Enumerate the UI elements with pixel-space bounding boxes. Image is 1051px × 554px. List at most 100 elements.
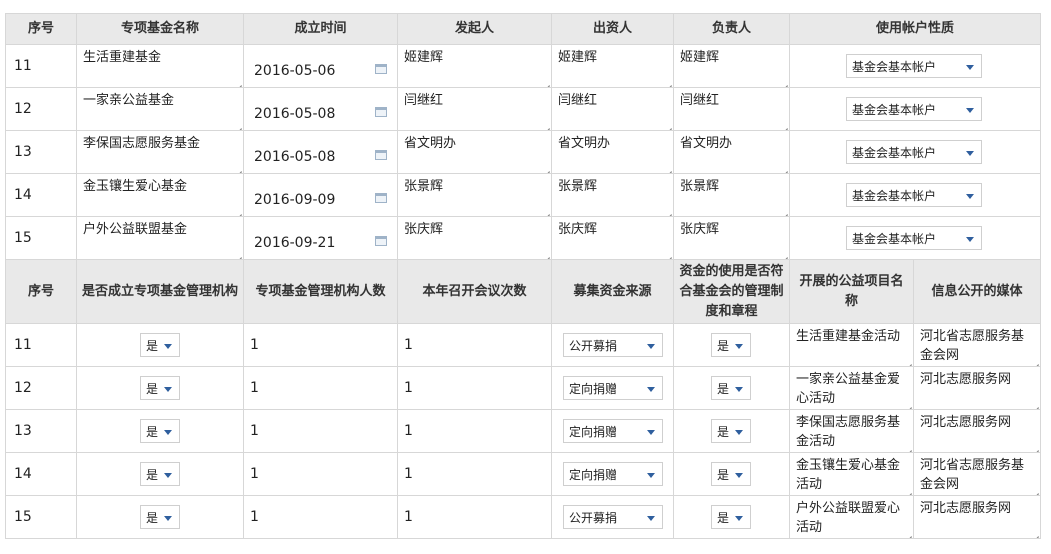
staff-count-field[interactable]: 1 — [244, 367, 398, 410]
calendar-icon[interactable] — [375, 64, 387, 74]
calendar-icon[interactable] — [375, 236, 387, 246]
investor-field[interactable]: 张景辉 — [552, 174, 674, 217]
fund-name-field[interactable]: 一家亲公益基金 — [77, 88, 244, 131]
manager-field[interactable]: 张景辉 — [674, 174, 790, 217]
resize-grip-icon[interactable] — [541, 249, 550, 258]
compliance-select[interactable]: 是 — [711, 419, 751, 443]
initiator-field[interactable]: 省文明办 — [398, 131, 552, 174]
resize-grip-icon[interactable] — [233, 77, 242, 86]
project-name-field[interactable]: 生活重建基金活动 — [790, 324, 914, 367]
resize-grip-icon[interactable] — [233, 120, 242, 129]
resize-grip-icon[interactable] — [903, 442, 912, 451]
staff-count-field[interactable]: 1 — [244, 453, 398, 496]
compliance-select[interactable]: 是 — [711, 462, 751, 486]
resize-grip-icon[interactable] — [663, 163, 672, 172]
resize-grip-icon[interactable] — [663, 120, 672, 129]
disclosure-media-field[interactable]: 河北志愿服务网 — [914, 410, 1041, 453]
investor-field[interactable]: 省文明办 — [552, 131, 674, 174]
account-type-select[interactable]: 基金会基本帐户 — [846, 140, 982, 164]
project-name-field[interactable]: 户外公益联盟爱心活动 — [790, 496, 914, 539]
resize-grip-icon[interactable] — [663, 249, 672, 258]
resize-grip-icon[interactable] — [541, 163, 550, 172]
resize-grip-icon[interactable] — [1030, 485, 1039, 494]
disclosure-media-field[interactable]: 河北志愿服务网 — [914, 496, 1041, 539]
compliance-select[interactable]: 是 — [711, 376, 751, 400]
resize-grip-icon[interactable] — [1030, 356, 1039, 365]
disclosure-media-field[interactable]: 河北省志愿服务基金会网 — [914, 324, 1041, 367]
resize-grip-icon[interactable] — [663, 77, 672, 86]
calendar-icon[interactable] — [375, 107, 387, 117]
staff-count-field[interactable]: 1 — [244, 324, 398, 367]
has-org-select[interactable]: 是 — [140, 376, 180, 400]
resize-grip-icon[interactable] — [541, 120, 550, 129]
fund-name-field[interactable]: 李保国志愿服务基金 — [77, 131, 244, 174]
resize-grip-icon[interactable] — [779, 206, 788, 215]
fund-source-select[interactable]: 定向捐赠 — [563, 419, 663, 443]
has-org-select[interactable]: 是 — [140, 505, 180, 529]
calendar-icon[interactable] — [375, 193, 387, 203]
manager-field[interactable]: 省文明办 — [674, 131, 790, 174]
manager-field[interactable]: 闫继红 — [674, 88, 790, 131]
initiator-field[interactable]: 闫继红 — [398, 88, 552, 131]
has-org-select[interactable]: 是 — [140, 419, 180, 443]
disclosure-media-field[interactable]: 河北省志愿服务基金会网 — [914, 453, 1041, 496]
resize-grip-icon[interactable] — [541, 206, 550, 215]
fund-source-select[interactable]: 公开募捐 — [563, 333, 663, 357]
investor-field[interactable]: 闫继红 — [552, 88, 674, 131]
has-org-select[interactable]: 是 — [140, 333, 180, 357]
manager-field[interactable]: 姬建辉 — [674, 45, 790, 88]
initiator-field[interactable]: 张庆辉 — [398, 217, 552, 260]
resize-grip-icon[interactable] — [233, 206, 242, 215]
resize-grip-icon[interactable] — [903, 485, 912, 494]
resize-grip-icon[interactable] — [663, 206, 672, 215]
project-name-field[interactable]: 李保国志愿服务基金活动 — [790, 410, 914, 453]
established-date-field[interactable]: 2016-09-09 — [244, 174, 398, 217]
fund-name-field[interactable]: 金玉镶生爱心基金 — [77, 174, 244, 217]
compliance-select[interactable]: 是 — [711, 505, 751, 529]
established-date-field[interactable]: 2016-05-08 — [244, 88, 398, 131]
project-name-field[interactable]: 一家亲公益基金爱心活动 — [790, 367, 914, 410]
resize-grip-icon[interactable] — [1030, 442, 1039, 451]
resize-grip-icon[interactable] — [779, 163, 788, 172]
resize-grip-icon[interactable] — [903, 356, 912, 365]
resize-grip-icon[interactable] — [233, 249, 242, 258]
resize-grip-icon[interactable] — [779, 120, 788, 129]
has-org-select[interactable]: 是 — [140, 462, 180, 486]
fund-name-field[interactable]: 户外公益联盟基金 — [77, 217, 244, 260]
resize-grip-icon[interactable] — [779, 249, 788, 258]
meeting-count-field[interactable]: 1 — [398, 367, 552, 410]
account-type-select[interactable]: 基金会基本帐户 — [846, 97, 982, 121]
initiator-field[interactable]: 姬建辉 — [398, 45, 552, 88]
meeting-count-field[interactable]: 1 — [398, 324, 552, 367]
meeting-count-field[interactable]: 1 — [398, 496, 552, 539]
resize-grip-icon[interactable] — [1030, 528, 1039, 537]
staff-count-field[interactable]: 1 — [244, 496, 398, 539]
resize-grip-icon[interactable] — [903, 399, 912, 408]
compliance-select[interactable]: 是 — [711, 333, 751, 357]
established-date-field[interactable]: 2016-09-21 — [244, 217, 398, 260]
fund-name-field[interactable]: 生活重建基金 — [77, 45, 244, 88]
staff-count-field[interactable]: 1 — [244, 410, 398, 453]
manager-field[interactable]: 张庆辉 — [674, 217, 790, 260]
resize-grip-icon[interactable] — [779, 77, 788, 86]
fund-source-select[interactable]: 公开募捐 — [563, 505, 663, 529]
account-type-select[interactable]: 基金会基本帐户 — [846, 226, 982, 250]
meeting-count-field[interactable]: 1 — [398, 453, 552, 496]
meeting-count-field[interactable]: 1 — [398, 410, 552, 453]
fund-source-select[interactable]: 定向捐赠 — [563, 462, 663, 486]
resize-grip-icon[interactable] — [541, 77, 550, 86]
calendar-icon[interactable] — [375, 150, 387, 160]
account-type-select[interactable]: 基金会基本帐户 — [846, 183, 982, 207]
investor-field[interactable]: 姬建辉 — [552, 45, 674, 88]
account-type-select[interactable]: 基金会基本帐户 — [846, 54, 982, 78]
established-date-field[interactable]: 2016-05-08 — [244, 131, 398, 174]
resize-grip-icon[interactable] — [1030, 399, 1039, 408]
resize-grip-icon[interactable] — [233, 163, 242, 172]
established-date-field[interactable]: 2016-05-06 — [244, 45, 398, 88]
fund-source-select[interactable]: 定向捐赠 — [563, 376, 663, 400]
project-name-field[interactable]: 金玉镶生爱心基金活动 — [790, 453, 914, 496]
disclosure-media-field[interactable]: 河北志愿服务网 — [914, 367, 1041, 410]
investor-field[interactable]: 张庆辉 — [552, 217, 674, 260]
initiator-field[interactable]: 张景辉 — [398, 174, 552, 217]
resize-grip-icon[interactable] — [903, 528, 912, 537]
